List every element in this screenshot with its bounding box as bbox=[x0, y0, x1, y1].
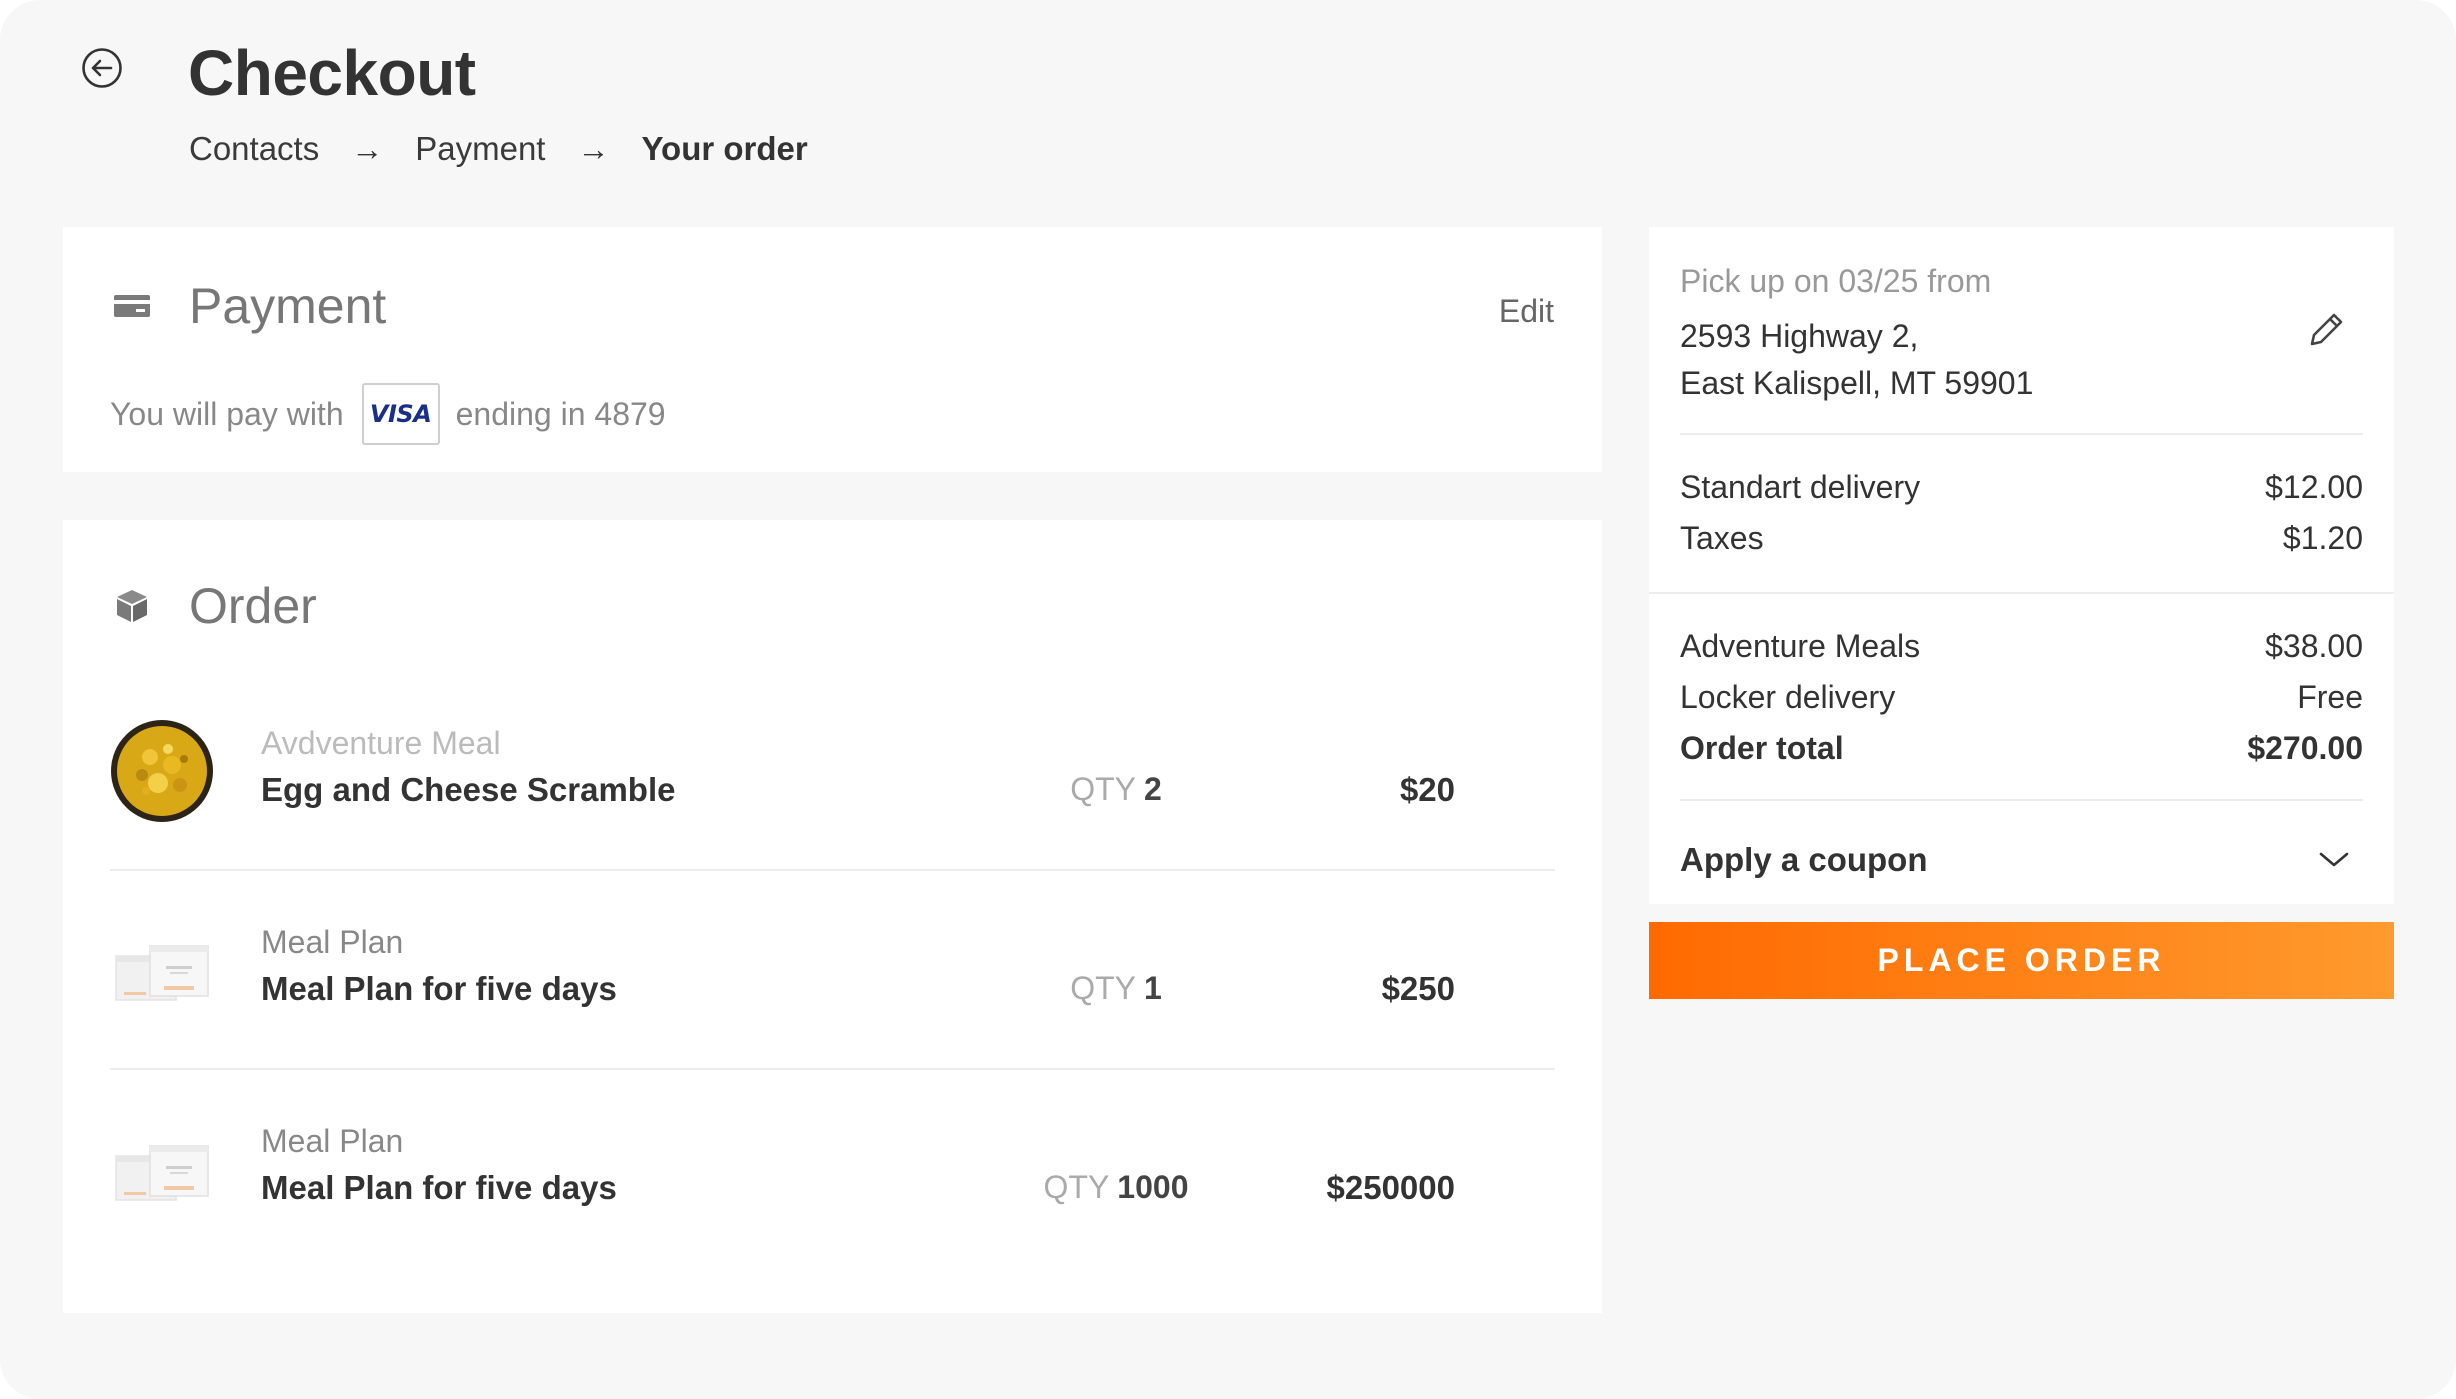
meals-value: $38.00 bbox=[2265, 628, 2363, 664]
back-button[interactable] bbox=[80, 46, 124, 90]
total-value: $270.00 bbox=[2247, 730, 2363, 766]
breadcrumb: Contacts → Payment → Your order bbox=[189, 130, 808, 168]
delivery-value: $12.00 bbox=[2265, 469, 2363, 505]
breadcrumb-payment[interactable]: Payment bbox=[415, 130, 545, 168]
page-title: Checkout bbox=[188, 37, 476, 109]
taxes-value: $1.20 bbox=[2282, 520, 2363, 556]
pickup-address-line1: 2593 Highway 2, bbox=[1680, 318, 1919, 354]
order-summary-panel: Pick up on 03/25 from 2593 Highway 2, Ea… bbox=[1649, 227, 2394, 904]
payment-header: Payment bbox=[111, 277, 386, 335]
order-section: Order Avdventure Meal Egg and Cheese Scr… bbox=[63, 520, 1602, 1313]
item-price: $250000 bbox=[1326, 1169, 1455, 1206]
locker-row: Locker delivery Free bbox=[1680, 679, 2363, 716]
order-header: Order bbox=[111, 577, 317, 635]
pickup-label: Pick up on 03/25 from bbox=[1680, 263, 1992, 299]
total-row: Order total $270.00 bbox=[1680, 730, 2363, 767]
breadcrumb-arrow-icon: → bbox=[577, 130, 610, 167]
item-price: $250 bbox=[1381, 970, 1455, 1007]
checkout-window: Checkout Contacts → Payment → Your order… bbox=[0, 0, 2456, 1399]
item-name: Meal Plan for five days bbox=[261, 1169, 617, 1206]
divider bbox=[1680, 799, 2363, 801]
edit-pickup-button[interactable] bbox=[2302, 306, 2350, 354]
meal-box-icon bbox=[110, 1118, 214, 1222]
payment-title: Payment bbox=[189, 278, 387, 334]
item-quantity: QTY 1000 bbox=[1043, 1169, 1189, 1205]
visa-card-badge: VISA bbox=[361, 383, 440, 445]
item-category: Meal Plan bbox=[261, 1123, 404, 1159]
pay-prefix: You will pay with bbox=[110, 395, 344, 432]
pickup-address-line2: East Kalispell, MT 59901 bbox=[1680, 365, 2034, 401]
package-box-icon bbox=[111, 585, 153, 627]
back-arrow-icon bbox=[82, 48, 122, 88]
meals-row: Adventure Meals $38.00 bbox=[1680, 628, 2363, 665]
item-quantity: QTY 2 bbox=[1070, 771, 1162, 807]
payment-section: Payment Edit You will pay with VISA endi… bbox=[63, 227, 1602, 472]
visa-logo: VISA bbox=[369, 400, 432, 428]
coupon-label: Apply a coupon bbox=[1680, 841, 1928, 878]
order-title: Order bbox=[189, 578, 317, 634]
card-suffix: ending in 4879 bbox=[455, 395, 666, 432]
item-quantity: QTY 1 bbox=[1070, 970, 1162, 1006]
pencil-icon bbox=[2310, 313, 2343, 346]
divider bbox=[1680, 433, 2363, 435]
meal-box-icon bbox=[110, 918, 214, 1022]
breadcrumb-contacts[interactable]: Contacts bbox=[189, 130, 319, 168]
divider bbox=[1649, 592, 2394, 594]
scramble-plate-icon bbox=[110, 719, 214, 823]
chevron-down-icon bbox=[2319, 852, 2349, 867]
item-category: Avdventure Meal bbox=[261, 725, 501, 761]
place-order-button[interactable]: PLACE ORDER bbox=[1649, 922, 2394, 999]
order-item-row[interactable]: Meal Plan Meal Plan for five days QTY 1 $… bbox=[110, 872, 1555, 1070]
item-name: Egg and Cheese Scramble bbox=[261, 771, 676, 808]
item-name: Meal Plan for five days bbox=[261, 970, 617, 1007]
locker-label: Locker delivery bbox=[1680, 679, 1896, 715]
item-price: $20 bbox=[1399, 771, 1455, 808]
edit-payment-link[interactable]: Edit bbox=[1499, 293, 1554, 330]
meals-label: Adventure Meals bbox=[1680, 628, 1921, 664]
locker-value: Free bbox=[2297, 679, 2363, 715]
delivery-label: Standart delivery bbox=[1680, 469, 1921, 505]
delivery-row: Standart delivery $12.00 bbox=[1680, 469, 2363, 506]
apply-coupon-toggle[interactable]: Apply a coupon bbox=[1680, 830, 2363, 890]
breadcrumb-arrow-icon: → bbox=[351, 130, 384, 167]
item-category: Meal Plan bbox=[261, 924, 404, 960]
breadcrumb-your-order: Your order bbox=[641, 130, 808, 167]
taxes-label: Taxes bbox=[1680, 520, 1764, 556]
payment-method-line: You will pay with VISA ending in 4879 bbox=[110, 383, 666, 445]
order-item-row[interactable]: Meal Plan Meal Plan for five days QTY 100… bbox=[110, 1071, 1555, 1269]
credit-card-icon bbox=[111, 285, 153, 327]
order-item-row[interactable]: Avdventure Meal Egg and Cheese Scramble … bbox=[110, 673, 1555, 871]
total-label: Order total bbox=[1680, 730, 1844, 766]
taxes-row: Taxes $1.20 bbox=[1680, 520, 2363, 557]
